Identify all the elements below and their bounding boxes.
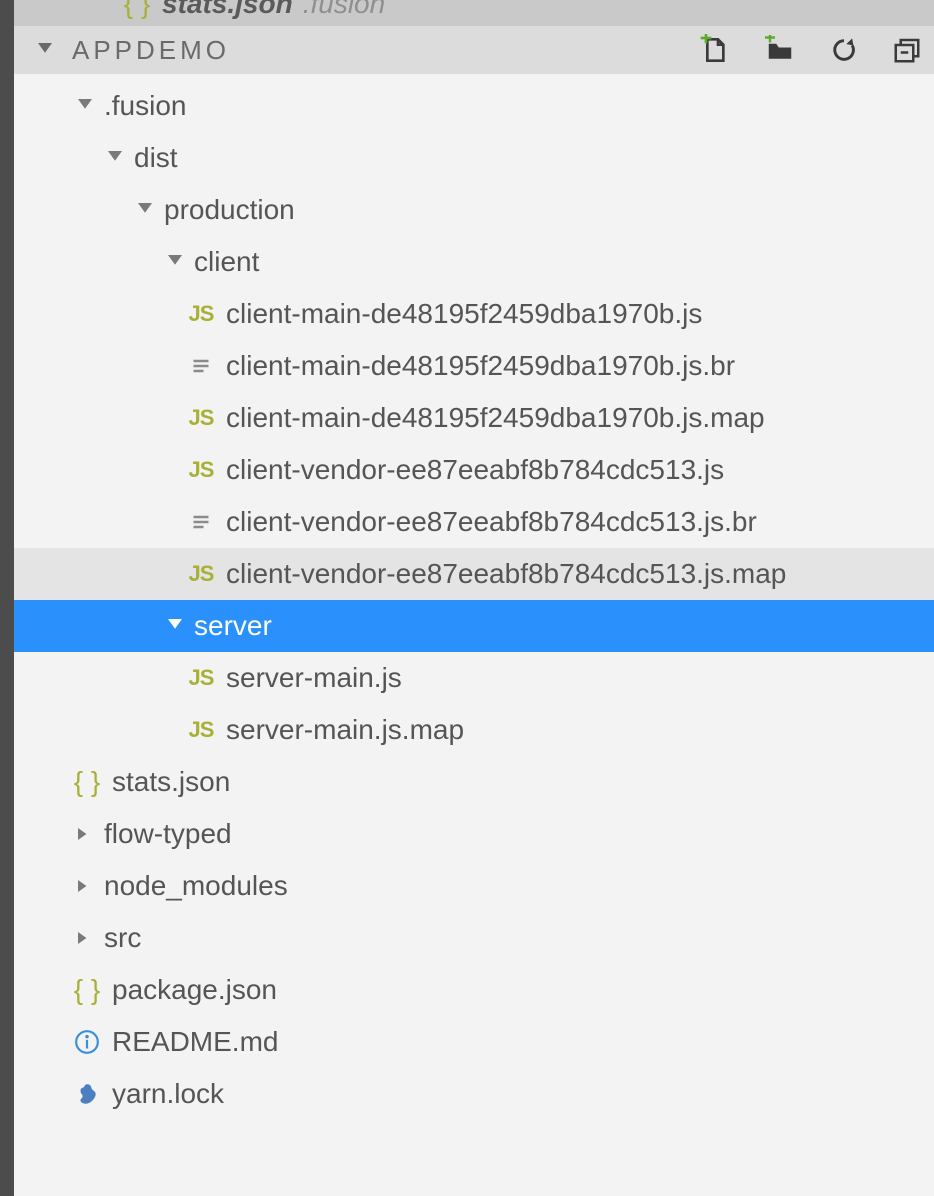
js-icon: JS xyxy=(186,717,216,743)
js-icon: JS xyxy=(186,665,216,691)
file-package-json[interactable]: { } package.json xyxy=(14,964,934,1016)
chevron-right-icon xyxy=(78,931,94,945)
folder-label: .fusion xyxy=(104,90,187,122)
tab-file-path: .fusion xyxy=(303,0,386,20)
chevron-right-icon xyxy=(78,827,94,841)
chevron-down-icon xyxy=(168,255,184,269)
refresh-icon[interactable] xyxy=(830,36,858,64)
folder-label: node_modules xyxy=(104,870,288,902)
file-client-vendor-js[interactable]: JS client-vendor-ee87eeabf8b784cdc513.js xyxy=(14,444,934,496)
project-root-bar[interactable]: APPDEMO xyxy=(14,26,934,74)
collapse-all-icon[interactable] xyxy=(892,35,922,65)
json-icon: { } xyxy=(72,766,102,798)
yarn-icon xyxy=(72,1081,102,1107)
folder-flow-typed[interactable]: flow-typed xyxy=(14,808,934,860)
file-label: stats.json xyxy=(112,766,230,798)
chevron-down-icon xyxy=(108,151,124,165)
new-folder-icon[interactable] xyxy=(764,35,796,65)
folder-label: server xyxy=(194,610,272,642)
file-stats-json[interactable]: { } stats.json xyxy=(14,756,934,808)
folder-label: src xyxy=(104,922,141,954)
folder-src[interactable]: src xyxy=(14,912,934,964)
file-client-main-map[interactable]: JS client-main-de48195f2459dba1970b.js.m… xyxy=(14,392,934,444)
new-file-icon[interactable] xyxy=(698,34,730,66)
file-server-main-map[interactable]: JS server-main.js.map xyxy=(14,704,934,756)
chevron-right-icon xyxy=(78,879,94,893)
folder-production[interactable]: production xyxy=(14,184,934,236)
file-label: yarn.lock xyxy=(112,1078,224,1110)
file-label: client-main-de48195f2459dba1970b.js.map xyxy=(226,402,765,434)
folder-node-modules[interactable]: node_modules xyxy=(14,860,934,912)
collapse-icon xyxy=(38,43,54,57)
project-root-name: APPDEMO xyxy=(72,35,230,66)
explorer-toolbar xyxy=(698,34,922,66)
js-icon: JS xyxy=(186,457,216,483)
file-tree: .fusion dist production client JS client… xyxy=(14,74,934,1120)
file-yarn-lock[interactable]: yarn.lock xyxy=(14,1068,934,1120)
file-label: server-main.js xyxy=(226,662,402,694)
document-icon xyxy=(186,511,216,533)
info-icon xyxy=(72,1029,102,1055)
file-label: client-vendor-ee87eeabf8b784cdc513.js.ma… xyxy=(226,558,786,590)
file-client-vendor-br[interactable]: client-vendor-ee87eeabf8b784cdc513.js.br xyxy=(14,496,934,548)
file-client-main-js[interactable]: JS client-main-de48195f2459dba1970b.js xyxy=(14,288,934,340)
file-server-main-js[interactable]: JS server-main.js xyxy=(14,652,934,704)
file-label: client-main-de48195f2459dba1970b.js xyxy=(226,298,702,330)
js-icon: JS xyxy=(186,405,216,431)
chevron-down-icon xyxy=(78,99,94,113)
file-label: client-vendor-ee87eeabf8b784cdc513.js xyxy=(226,454,724,486)
js-icon: JS xyxy=(186,561,216,587)
file-label: client-vendor-ee87eeabf8b784cdc513.js.br xyxy=(226,506,757,538)
folder-label: production xyxy=(164,194,295,226)
document-icon xyxy=(186,355,216,377)
file-readme[interactable]: README.md xyxy=(14,1016,934,1068)
folder-client[interactable]: client xyxy=(14,236,934,288)
file-label: client-main-de48195f2459dba1970b.js.br xyxy=(226,350,735,382)
folder-label: client xyxy=(194,246,259,278)
folder-dist[interactable]: dist xyxy=(14,132,934,184)
folder-label: dist xyxy=(134,142,178,174)
file-label: README.md xyxy=(112,1026,278,1058)
file-label: package.json xyxy=(112,974,277,1006)
json-icon: { } xyxy=(72,974,102,1006)
file-label: server-main.js.map xyxy=(226,714,464,746)
file-client-main-br[interactable]: client-main-de48195f2459dba1970b.js.br xyxy=(14,340,934,392)
open-file-tab[interactable]: { } stats.json .fusion xyxy=(14,0,934,26)
folder-server[interactable]: server xyxy=(14,600,934,652)
folder-label: flow-typed xyxy=(104,818,232,850)
js-icon: JS xyxy=(186,301,216,327)
folder-fusion[interactable]: .fusion xyxy=(14,80,934,132)
json-icon: { } xyxy=(122,0,152,20)
file-client-vendor-map[interactable]: JS client-vendor-ee87eeabf8b784cdc513.js… xyxy=(14,548,934,600)
chevron-down-icon xyxy=(138,203,154,217)
chevron-down-icon xyxy=(168,619,184,633)
tab-file-name: stats.json xyxy=(162,0,293,20)
